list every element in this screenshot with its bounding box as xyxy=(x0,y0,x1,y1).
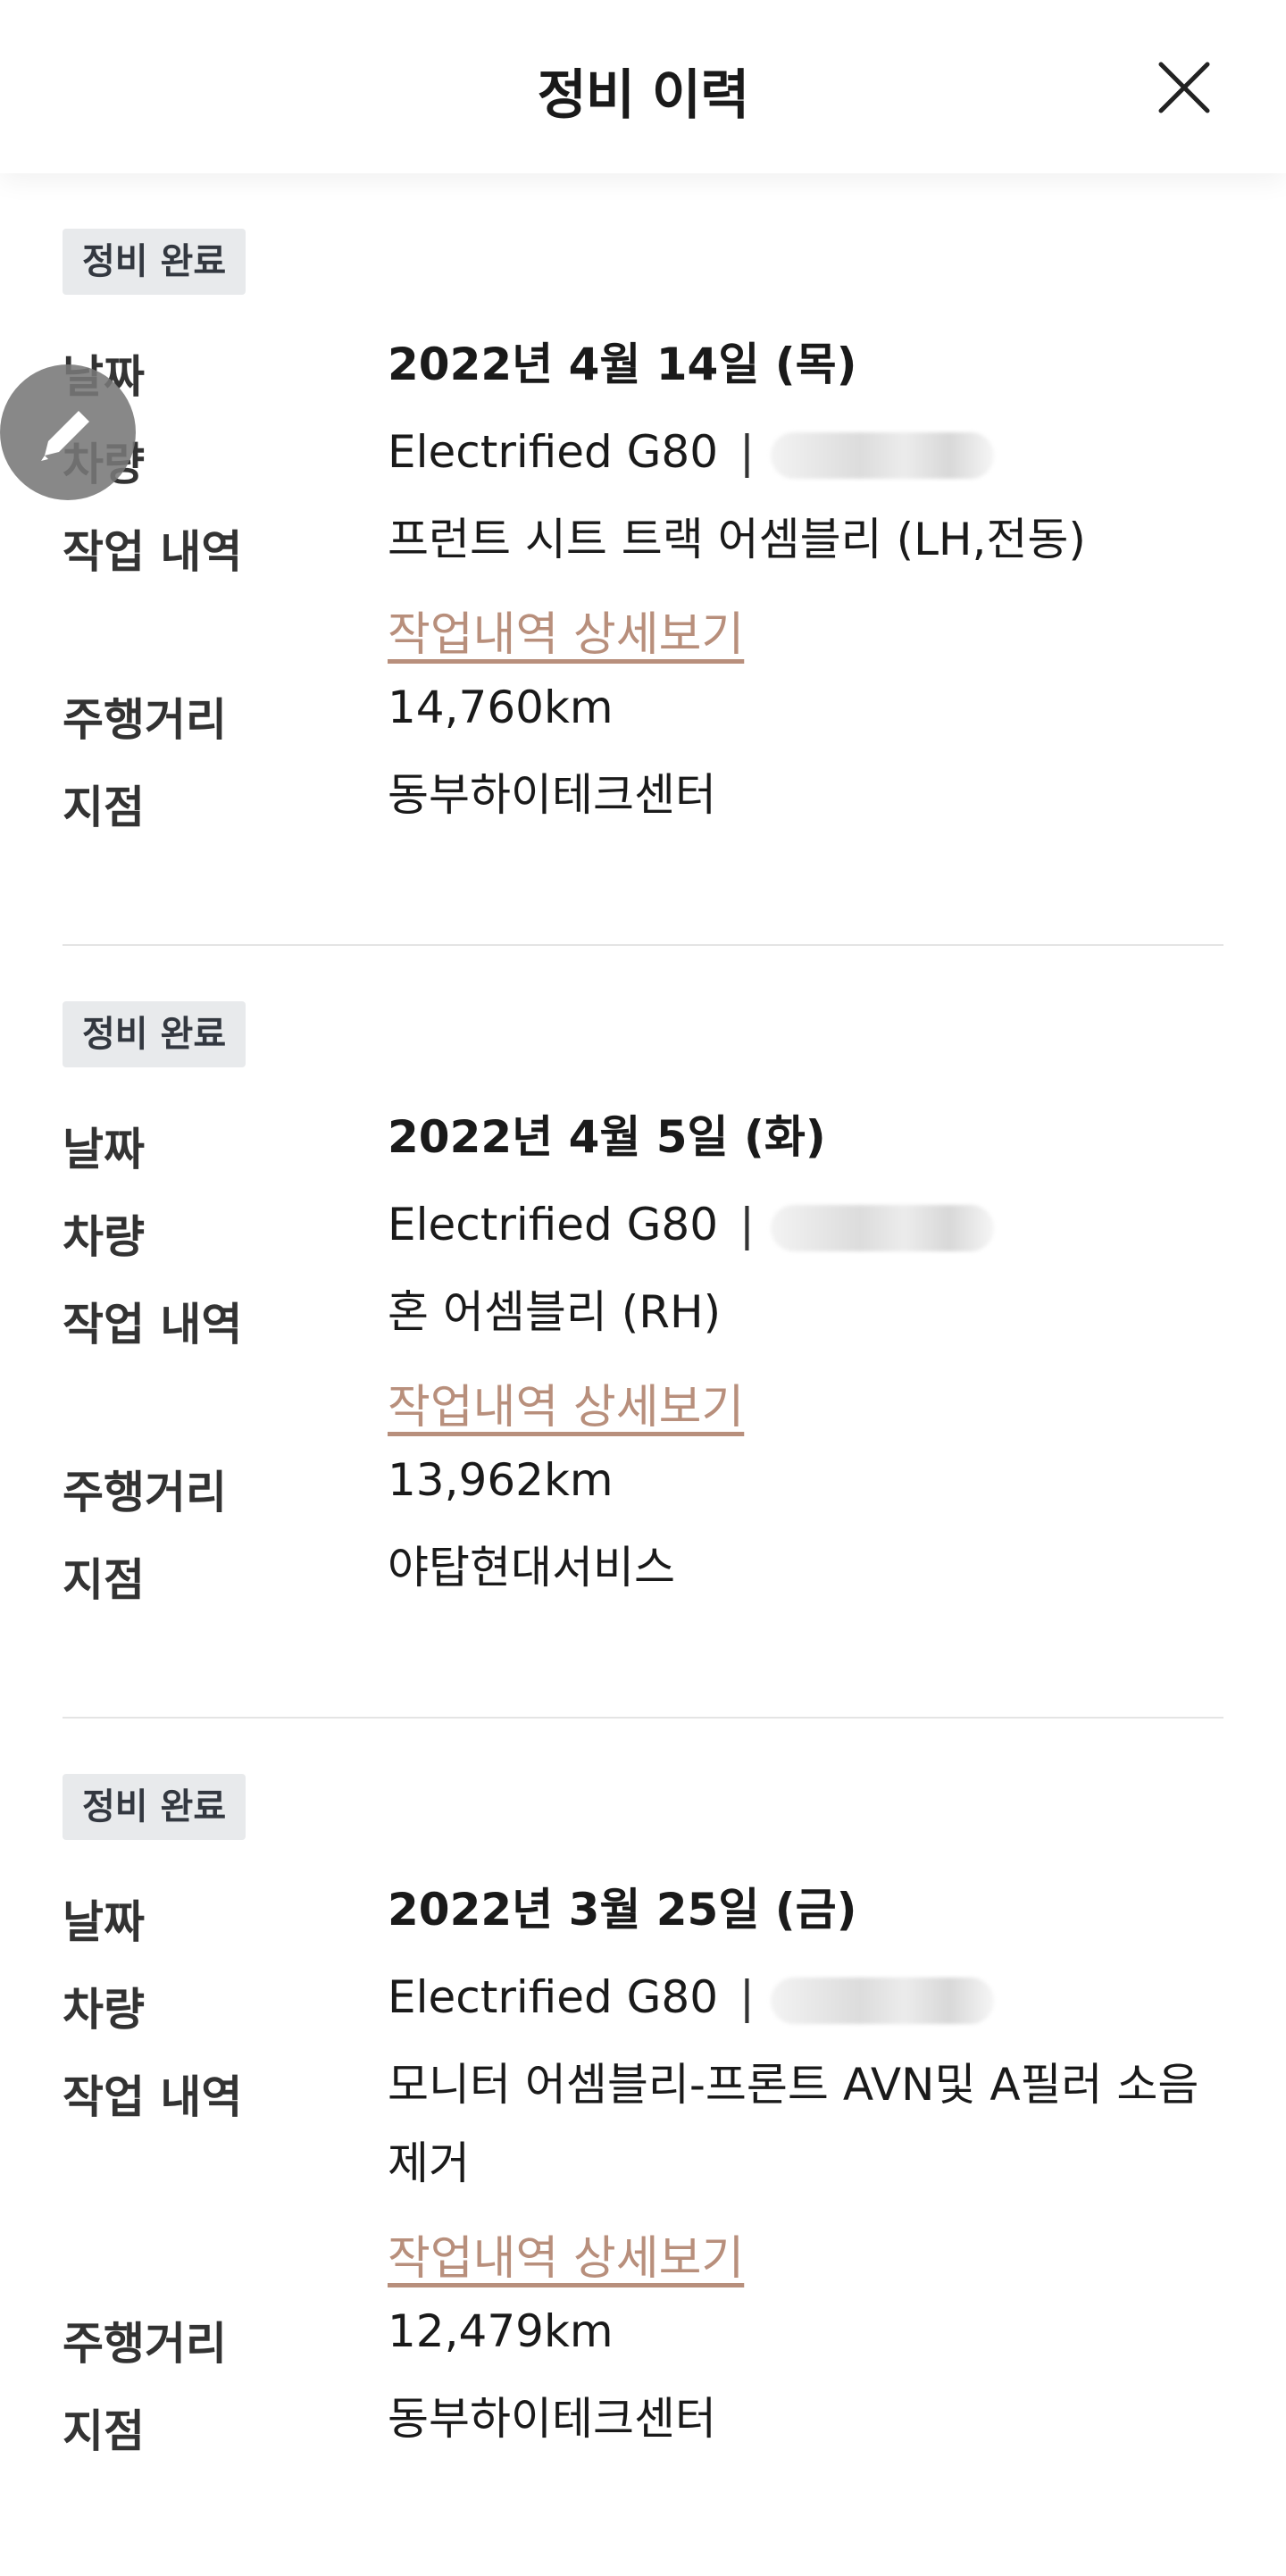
branch-value: 동부하이테크센터 xyxy=(388,769,716,821)
vehicle-separator: | xyxy=(739,1199,755,1250)
page-title: 정비 이력 xyxy=(537,64,750,127)
vehicle-name: Electrified G80 xyxy=(388,1199,719,1250)
work-value: 프런트 시트 트랙 어셈블리 (LH,전동) xyxy=(388,514,1086,565)
date-label: 날짜 xyxy=(63,1896,145,1948)
maintenance-record: 정비 완료 날짜 2022년 4월 5일 (화) 차량 Electrified … xyxy=(0,946,1286,1719)
redacted-plate xyxy=(770,1977,994,2024)
work-detail-link[interactable]: 작업내역 상세보기 xyxy=(388,597,744,664)
date-label: 날짜 xyxy=(63,1124,145,1175)
work-value: 혼 어셈블리 (RH) xyxy=(388,1286,722,1338)
close-icon xyxy=(1158,62,1210,113)
vehicle-label: 차량 xyxy=(63,1984,145,2036)
date-value: 2022년 4월 5일 (화) xyxy=(388,1111,826,1163)
work-detail-link[interactable]: 작업내역 상세보기 xyxy=(388,2221,744,2287)
work-detail-link[interactable]: 작업내역 상세보기 xyxy=(388,1369,744,1436)
mileage-value: 12,479km xyxy=(388,2305,614,2357)
vehicle-value: Electrified G80 | xyxy=(388,1185,1209,1264)
vehicle-name: Electrified G80 xyxy=(388,426,719,478)
maintenance-list: 정비 완료 날짜 2022년 4월 14일 (목) 차량 Electrified… xyxy=(0,173,1286,2576)
maintenance-record: 정비 완료 날짜 2022년 4월 14일 (목) 차량 Electrified… xyxy=(0,173,1286,946)
redacted-plate xyxy=(770,1204,994,1251)
work-label: 작업 내역 xyxy=(63,526,243,578)
mileage-value: 14,760km xyxy=(388,682,614,733)
work-value: 모니터 어셈블리-프론트 AVN및 A필러 소음제거 xyxy=(388,2059,1199,2189)
vehicle-value: Electrified G80 | xyxy=(388,413,1209,491)
branch-value: 동부하이테크센터 xyxy=(388,2393,716,2445)
edit-fab-button[interactable] xyxy=(0,364,136,500)
header: 정비 이력 xyxy=(0,0,1286,173)
mileage-label: 주행거리 xyxy=(63,1467,227,1518)
work-label: 작업 내역 xyxy=(63,2071,243,2123)
vehicle-label: 차량 xyxy=(63,1211,145,1263)
vehicle-name: Electrified G80 xyxy=(388,1971,719,2023)
branch-label: 지점 xyxy=(63,1554,145,1606)
branch-label: 지점 xyxy=(63,782,145,833)
close-button[interactable] xyxy=(1152,55,1216,120)
pencil-icon xyxy=(41,411,89,461)
work-label: 작업 내역 xyxy=(63,1299,243,1351)
status-badge: 정비 완료 xyxy=(63,1001,246,1067)
maintenance-record: 정비 완료 날짜 2022년 3월 25일 (금) 차량 Electrified… xyxy=(0,1719,1286,2576)
mileage-label: 주행거리 xyxy=(63,2318,227,2370)
date-value: 2022년 3월 25일 (금) xyxy=(388,1884,857,1936)
status-badge: 정비 완료 xyxy=(63,229,246,295)
status-badge: 정비 완료 xyxy=(63,1774,246,1840)
mileage-value: 13,962km xyxy=(388,1454,614,1506)
redacted-plate xyxy=(770,431,994,479)
branch-label: 지점 xyxy=(63,2405,145,2457)
vehicle-value: Electrified G80 | xyxy=(388,1958,1209,2037)
mileage-label: 주행거리 xyxy=(63,694,227,746)
vehicle-separator: | xyxy=(739,1971,755,2023)
vehicle-separator: | xyxy=(739,426,755,478)
branch-value: 야탑현대서비스 xyxy=(388,1542,675,1593)
date-value: 2022년 4월 14일 (목) xyxy=(388,339,857,390)
